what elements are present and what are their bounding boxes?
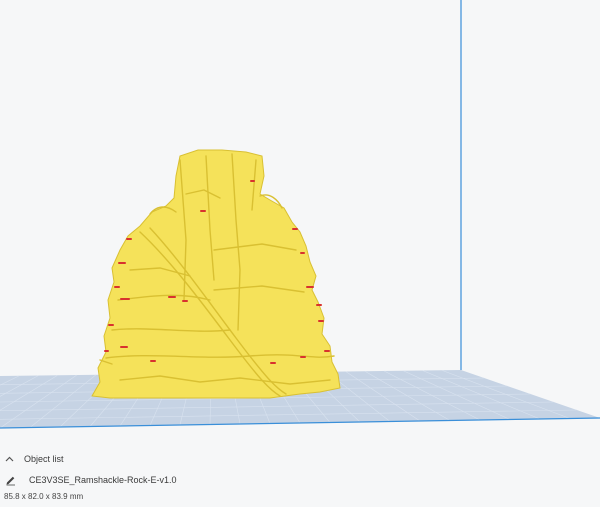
- object-list-item[interactable]: CE3V3SE_Ramshackle-Rock-E-v1.0: [4, 472, 177, 488]
- object-list-toggle[interactable]: Object list: [4, 451, 64, 467]
- overhang-mark: [200, 210, 206, 212]
- overhang-mark: [250, 180, 255, 182]
- overhang-mark: [120, 298, 130, 300]
- overhang-mark: [168, 296, 176, 298]
- model-silhouette: [91, 149, 341, 399]
- pencil-icon[interactable]: [4, 474, 16, 486]
- overhang-mark: [104, 350, 109, 352]
- overhang-mark: [300, 252, 305, 254]
- chevron-up-icon: [4, 454, 14, 464]
- 3d-viewport[interactable]: [0, 0, 600, 507]
- rock-model[interactable]: [91, 149, 341, 399]
- overhang-mark: [118, 262, 126, 264]
- overhang-mark: [126, 238, 132, 240]
- overhang-mark: [306, 286, 314, 288]
- overhang-mark: [108, 324, 114, 326]
- overhang-mark: [182, 300, 188, 302]
- build-volume-scene[interactable]: [0, 0, 600, 507]
- object-panel: Object list CE3V3SE_Ramshackle-Rock-E-v1…: [0, 445, 600, 507]
- overhang-mark: [318, 320, 324, 322]
- overhang-mark: [316, 304, 322, 306]
- object-name: CE3V3SE_Ramshackle-Rock-E-v1.0: [29, 475, 177, 485]
- overhang-mark: [150, 360, 156, 362]
- object-dimensions: 85.8 x 82.0 x 83.9 mm: [4, 492, 84, 501]
- overhang-mark: [324, 350, 330, 352]
- overhang-mark: [114, 286, 120, 288]
- overhang-mark: [300, 356, 306, 358]
- overhang-mark: [292, 228, 298, 230]
- overhang-mark: [270, 362, 276, 364]
- overhang-mark: [120, 346, 128, 348]
- object-list-label: Object list: [24, 454, 64, 464]
